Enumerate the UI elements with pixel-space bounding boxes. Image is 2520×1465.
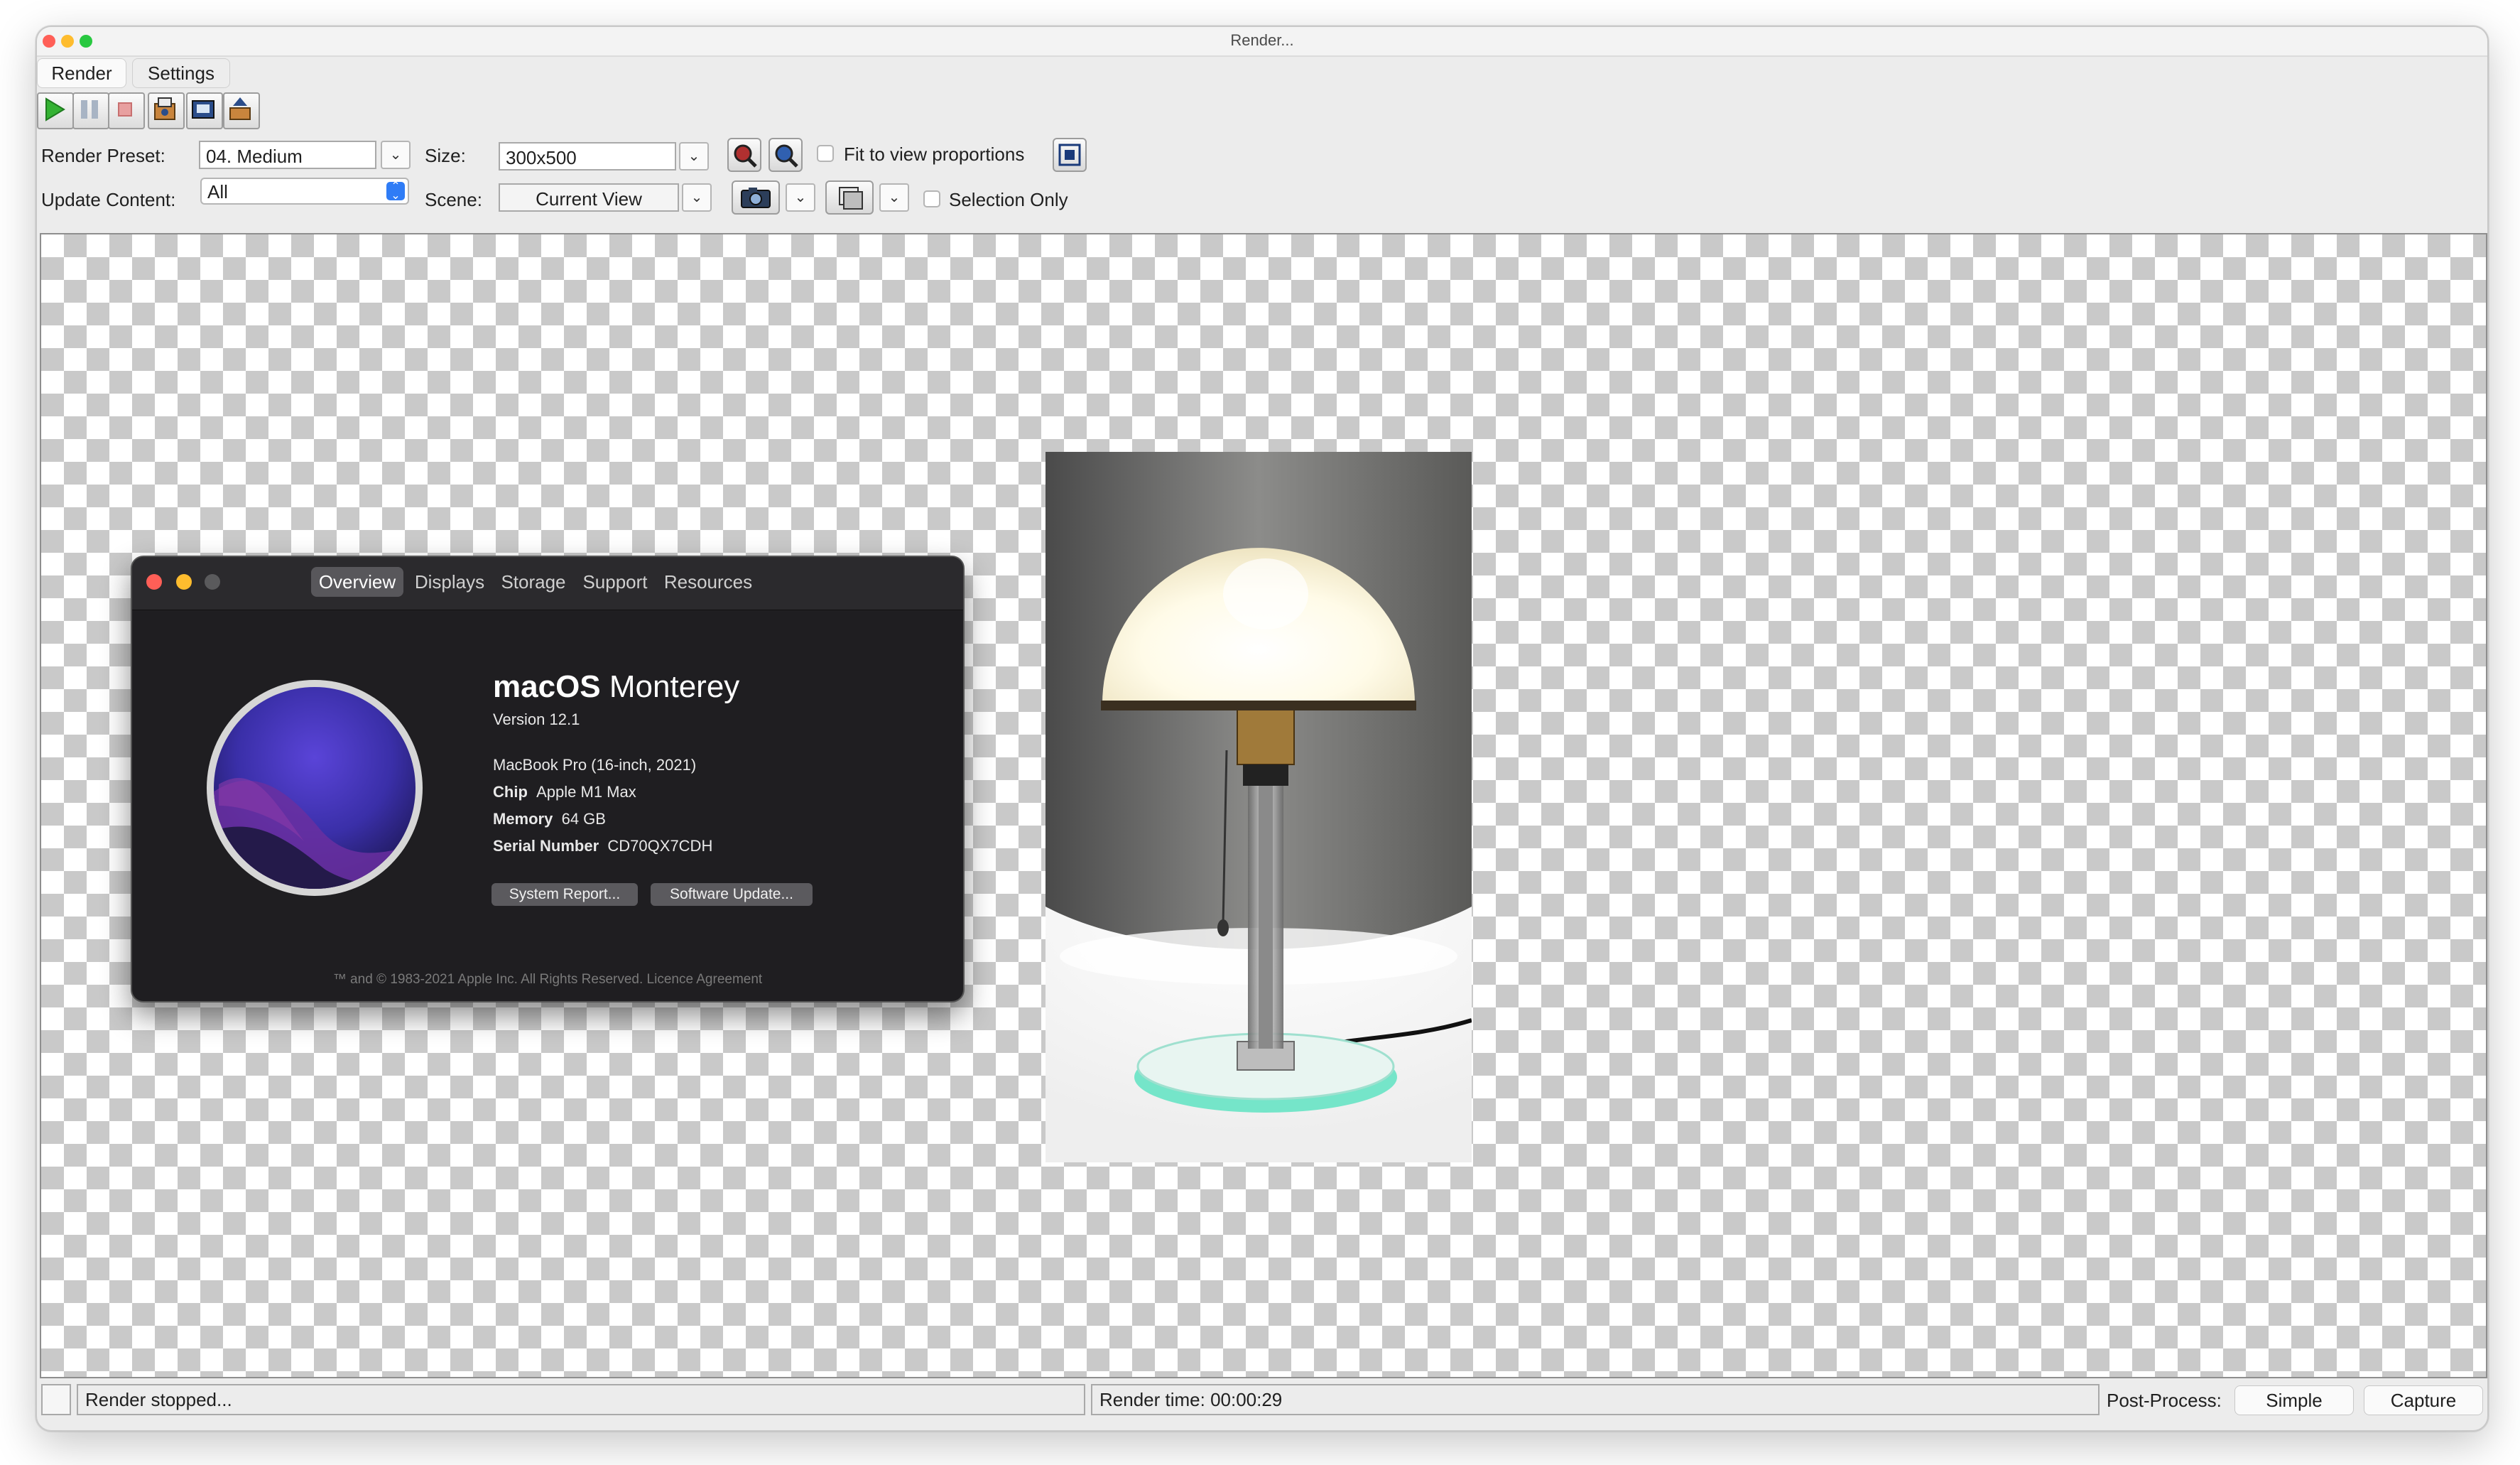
zoom-out-button[interactable] [769, 138, 803, 172]
chip-label: Chip [493, 783, 528, 801]
region-button[interactable] [825, 180, 874, 215]
about-tab-support: Support [582, 571, 648, 593]
title-bar: Render... [37, 27, 2487, 57]
memory-row: Memory 64 GB [493, 810, 606, 828]
size-label: Size: [425, 145, 466, 166]
serial-value: CD70QX7CDH [607, 837, 713, 855]
scene-dropdown[interactable]: ⌄ [682, 183, 712, 212]
chip-value: Apple M1 Max [536, 783, 636, 801]
fit-view-icon [1058, 144, 1081, 166]
stop-render-button[interactable] [108, 92, 145, 129]
chevron-down-icon: ⌄ [389, 147, 402, 163]
chevron-down-icon: ⌄ [688, 148, 700, 164]
chip-row: Chip Apple M1 Max [493, 783, 636, 801]
chevron-down-icon: ⌄ [794, 190, 807, 205]
save-image-icon [154, 97, 175, 120]
simple-button[interactable]: Simple [2234, 1385, 2354, 1415]
about-tab-resources: Resources [663, 571, 753, 593]
chevron-down-icon: ⌄ [690, 190, 703, 205]
serial-row: Serial Number CD70QX7CDH [493, 837, 712, 855]
about-tab-displays: Displays [414, 571, 485, 593]
serial-label: Serial Number [493, 837, 599, 855]
render-preset-dropdown[interactable]: ⌄ [381, 141, 411, 169]
zoom-out-icon [775, 144, 798, 168]
window-title: Render... [1230, 31, 1294, 49]
render-canvas[interactable]: Overview Displays Storage Support Resour… [40, 233, 2487, 1378]
region-icon [839, 187, 863, 210]
about-tab-overview: Overview [311, 567, 403, 597]
scene-label: Scene: [425, 189, 482, 210]
select-stepper-icon: ⌃ ⌄ [386, 181, 405, 202]
system-report-button: System Report... [491, 883, 638, 906]
fit-view-button[interactable] [1053, 138, 1087, 172]
region-dropdown[interactable]: ⌄ [879, 183, 909, 212]
save-image-button[interactable] [148, 92, 185, 129]
rendered-lamp-image [1046, 452, 1472, 1162]
selection-only-label: Selection Only [949, 189, 1068, 210]
copy-image-button[interactable] [186, 92, 223, 129]
memory-label: Memory [493, 810, 553, 828]
render-preset-label: Render Preset: [41, 145, 165, 166]
macos-monterey-logo [207, 680, 423, 896]
pause-render-icon [81, 100, 98, 119]
stop-render-icon [118, 102, 132, 117]
size-dropdown[interactable]: ⌄ [679, 142, 709, 171]
render-time: Render time: 00:00:29 [1091, 1384, 2100, 1415]
copy-image-icon [192, 100, 214, 119]
software-update-button: Software Update... [651, 883, 813, 906]
selection-only-checkbox[interactable] [923, 190, 940, 207]
status-message: Render stopped... [77, 1384, 1085, 1415]
zoom-icon [205, 574, 220, 590]
post-process-label: Post-Process: [2107, 1390, 2222, 1411]
fit-to-view-checkbox[interactable] [817, 145, 834, 162]
export-image-button[interactable] [223, 92, 260, 129]
memory-value: 64 GB [561, 810, 606, 828]
tab-render[interactable]: Render [37, 58, 126, 88]
chevron-down-icon: ⌄ [888, 190, 901, 205]
zoom-in-icon [734, 144, 757, 168]
about-this-mac-window: Overview Displays Storage Support Resour… [131, 556, 965, 1002]
start-render-button[interactable] [37, 92, 74, 129]
about-footer: ™ and © 1983-2021 Apple Inc. All Rights … [332, 972, 763, 987]
start-render-icon [45, 97, 65, 121]
close-icon [146, 574, 162, 590]
minimize-icon [176, 574, 192, 590]
render-window: Render... Render Settings Render Preset:… [36, 26, 2489, 1432]
export-image-icon [229, 97, 251, 120]
render-preset-field[interactable]: 04. Medium [199, 141, 376, 169]
tab-settings[interactable]: Settings [132, 58, 230, 88]
update-content-label: Update Content: [41, 189, 176, 210]
update-content-select[interactable]: All ⌃ ⌄ [200, 178, 409, 205]
about-title-bar: Overview Displays Storage Support Resour… [132, 557, 963, 610]
os-name-light: Monterey [609, 669, 740, 704]
update-content-value: All [207, 181, 228, 202]
os-name-bold: macOS [493, 669, 601, 704]
mac-model: MacBook Pro (16-inch, 2021) [493, 756, 697, 774]
size-field[interactable]: 300x500 [499, 142, 676, 171]
progress-indicator [41, 1384, 71, 1415]
camera-button[interactable] [732, 180, 780, 215]
fit-to-view-label: Fit to view proportions [844, 144, 1025, 165]
about-tab-storage: Storage [501, 571, 566, 593]
os-name: macOS Monterey [493, 669, 739, 705]
camera-dropdown[interactable]: ⌄ [786, 183, 815, 212]
scene-field[interactable]: Current View [499, 183, 679, 212]
pause-render-button[interactable] [72, 92, 109, 129]
os-version: Version 12.1 [493, 710, 580, 728]
capture-button[interactable]: Capture [2364, 1385, 2483, 1415]
camera-icon [741, 188, 771, 208]
zoom-in-button[interactable] [727, 138, 761, 172]
